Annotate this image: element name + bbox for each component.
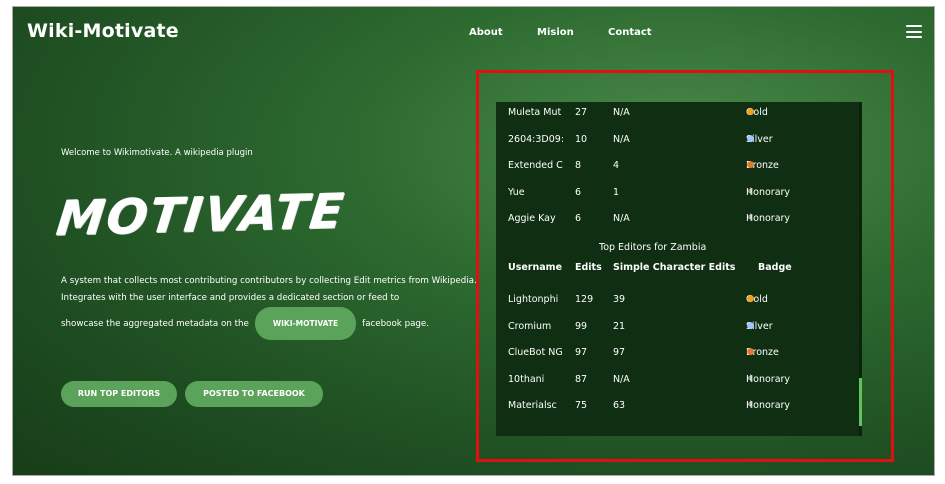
brand-logo[interactable]: Wiki-Motivate (27, 20, 179, 42)
desc-line-3-post: facebook page. (362, 319, 430, 329)
posted-to-facebook-button[interactable]: POSTED TO FACEBOOK (185, 381, 323, 407)
nav-mision[interactable]: Mision (537, 27, 574, 38)
hamburger-menu-icon[interactable] (906, 25, 922, 38)
description: A system that collects most contributing… (61, 273, 481, 340)
welcome-text: Welcome to Wikimotivate. A wikipedia plu… (61, 148, 253, 158)
desc-line-1: A system that collects most contributing… (61, 276, 477, 286)
hamburger-bar (906, 36, 922, 38)
hero-title: MOTIVATE (53, 183, 348, 247)
hamburger-bar (906, 25, 922, 27)
nav-contact[interactable]: Contact (608, 27, 652, 38)
nav-about[interactable]: About (469, 27, 503, 38)
desc-line-2: Integrates with the user interface and p… (61, 293, 400, 303)
wiki-motivate-link-button[interactable]: WIKI-MOTIVATE (254, 307, 357, 340)
hamburger-bar (906, 30, 922, 33)
desc-line-3-pre: showcase the aggregated metadata on the (61, 319, 249, 329)
highlight-box (476, 70, 894, 462)
run-top-editors-button[interactable]: RUN TOP EDITORS (61, 381, 177, 407)
